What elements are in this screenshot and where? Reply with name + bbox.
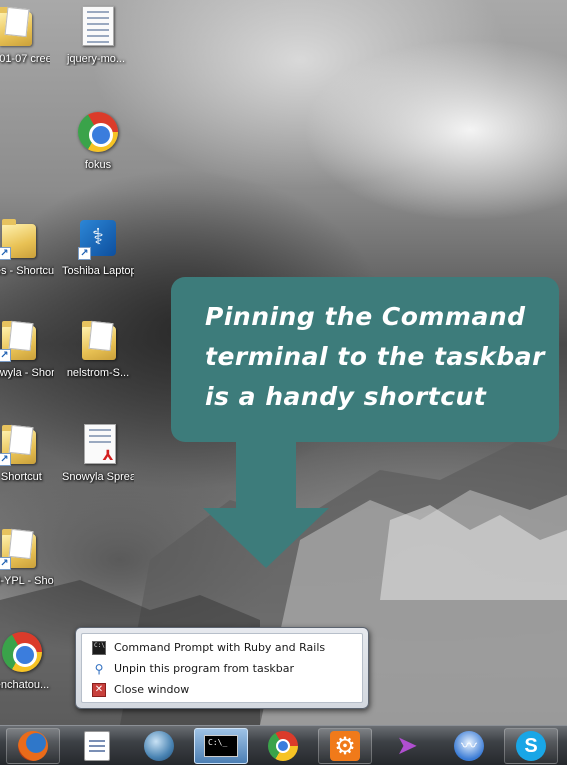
skype-icon: S [516,731,546,761]
shortcut-arrow-icon: ↗ [0,247,11,260]
taskbar-button-settings[interactable]: ⚙ [318,728,372,764]
firefox-icon [18,731,48,761]
arrow-icon: ➤ [396,731,418,761]
gear-icon: ⚙ [330,731,360,761]
desktop-icon-label: snowyla - Shortcut [0,367,54,379]
jump-item-label: Command Prompt with Ruby and Rails [114,641,326,654]
shortcut-arrow-icon: ↗ [0,453,11,466]
desktop-icon-label: jquery-mo... [66,53,126,65]
close-icon: ✕ [92,682,106,697]
taskbar-button-globe[interactable] [132,728,186,764]
taskbar-button-arrow-app[interactable]: ➤ [380,728,434,764]
chrome-icon [268,731,298,761]
cmd-icon [92,640,106,655]
jump-item-close-window[interactable]: ✕ Close window [82,679,362,700]
desktop-icon-label: enchatou... [0,679,50,691]
taskbar-button-chrome[interactable] [256,728,310,764]
taskbar-button-command-prompt[interactable] [194,728,248,764]
desktop-icon-enchatou[interactable]: enchatou... [0,630,58,692]
desktop-icon-jquery-document[interactable]: jquery-mo... [60,4,132,66]
jump-item-unpin[interactable]: ⚲ Unpin this program from taskbar [82,658,362,679]
terminal-icon [204,735,238,757]
chrome-icon [78,112,118,152]
desktop-icon-label: fokus [84,159,112,171]
taskbar-button-firefox[interactable] [6,728,60,764]
callout-arrow-stem [236,441,296,509]
globe-icon [144,731,174,761]
desktop-icon-label: VUI-YPL - Shortcut [0,575,54,587]
wave-icon: 〰 [454,731,484,761]
jump-item-label: Unpin this program from taskbar [114,662,295,675]
desktop-icon-snowyla-spreadsheet[interactable]: ⅄ Snowyla Spreadshe... [62,422,134,484]
pdf-icon: ⅄ [102,448,114,464]
desktop-icon-nelstrom-folder[interactable]: nelstrom-S... [62,318,134,380]
taskbar: ⚙ ➤ 〰 S [0,725,567,765]
desktop-icon-vui-ypl-shortcut[interactable]: ↗ VUI-YPL - Shortcut [0,526,54,588]
callout-arrow-head [203,508,329,568]
desktop-icon-label: - Shortcut [0,471,42,483]
shortcut-arrow-icon: ↗ [0,349,11,362]
desktop-icon-shortcut[interactable]: ↗ - Shortcut [0,422,54,484]
desktop-icon-fokus[interactable]: fokus [62,110,134,172]
desktop-icon-screenshots-folder[interactable]: 011-01-07 creenshots [0,4,50,66]
notepad-icon [84,731,110,761]
callout-box: Pinning the Command terminal to the task… [171,277,559,442]
desktop-icon-label: nelstrom-S... [66,367,130,379]
desktop-icon-label: Snowyla Spreadshe... [62,471,134,483]
desktop-icon-snowyla-shortcut[interactable]: ↗ snowyla - Shortcut [0,318,54,380]
desktop-icon-label: 011-01-07 creenshots [0,53,50,65]
callout-text: Pinning the Command terminal to the task… [205,302,545,411]
taskbar-button-skype[interactable]: S [504,728,558,764]
desktop-icon-label: Toshiba Laptop... [62,265,134,277]
desktop-icon-toshiba-laptop[interactable]: ⚕↗ Toshiba Laptop... [62,216,134,278]
shortcut-arrow-icon: ↗ [78,247,91,260]
unpin-icon: ⚲ [94,661,104,676]
jump-item-label: Close window [114,683,190,696]
taskbar-button-notepad[interactable] [70,728,124,764]
shortcut-arrow-icon: ↗ [0,557,11,570]
jump-item-command-prompt[interactable]: Command Prompt with Ruby and Rails [82,637,362,658]
desktop-icon-sites-shortcut[interactable]: ↗ Sites - Shortcut [0,216,54,278]
desktop-icon-label: Sites - Shortcut [0,265,54,277]
chrome-icon [2,632,42,672]
taskbar-button-wave-app[interactable]: 〰 [442,728,496,764]
taskbar-jump-list: Command Prompt with Ruby and Rails ⚲ Unp… [75,627,369,709]
